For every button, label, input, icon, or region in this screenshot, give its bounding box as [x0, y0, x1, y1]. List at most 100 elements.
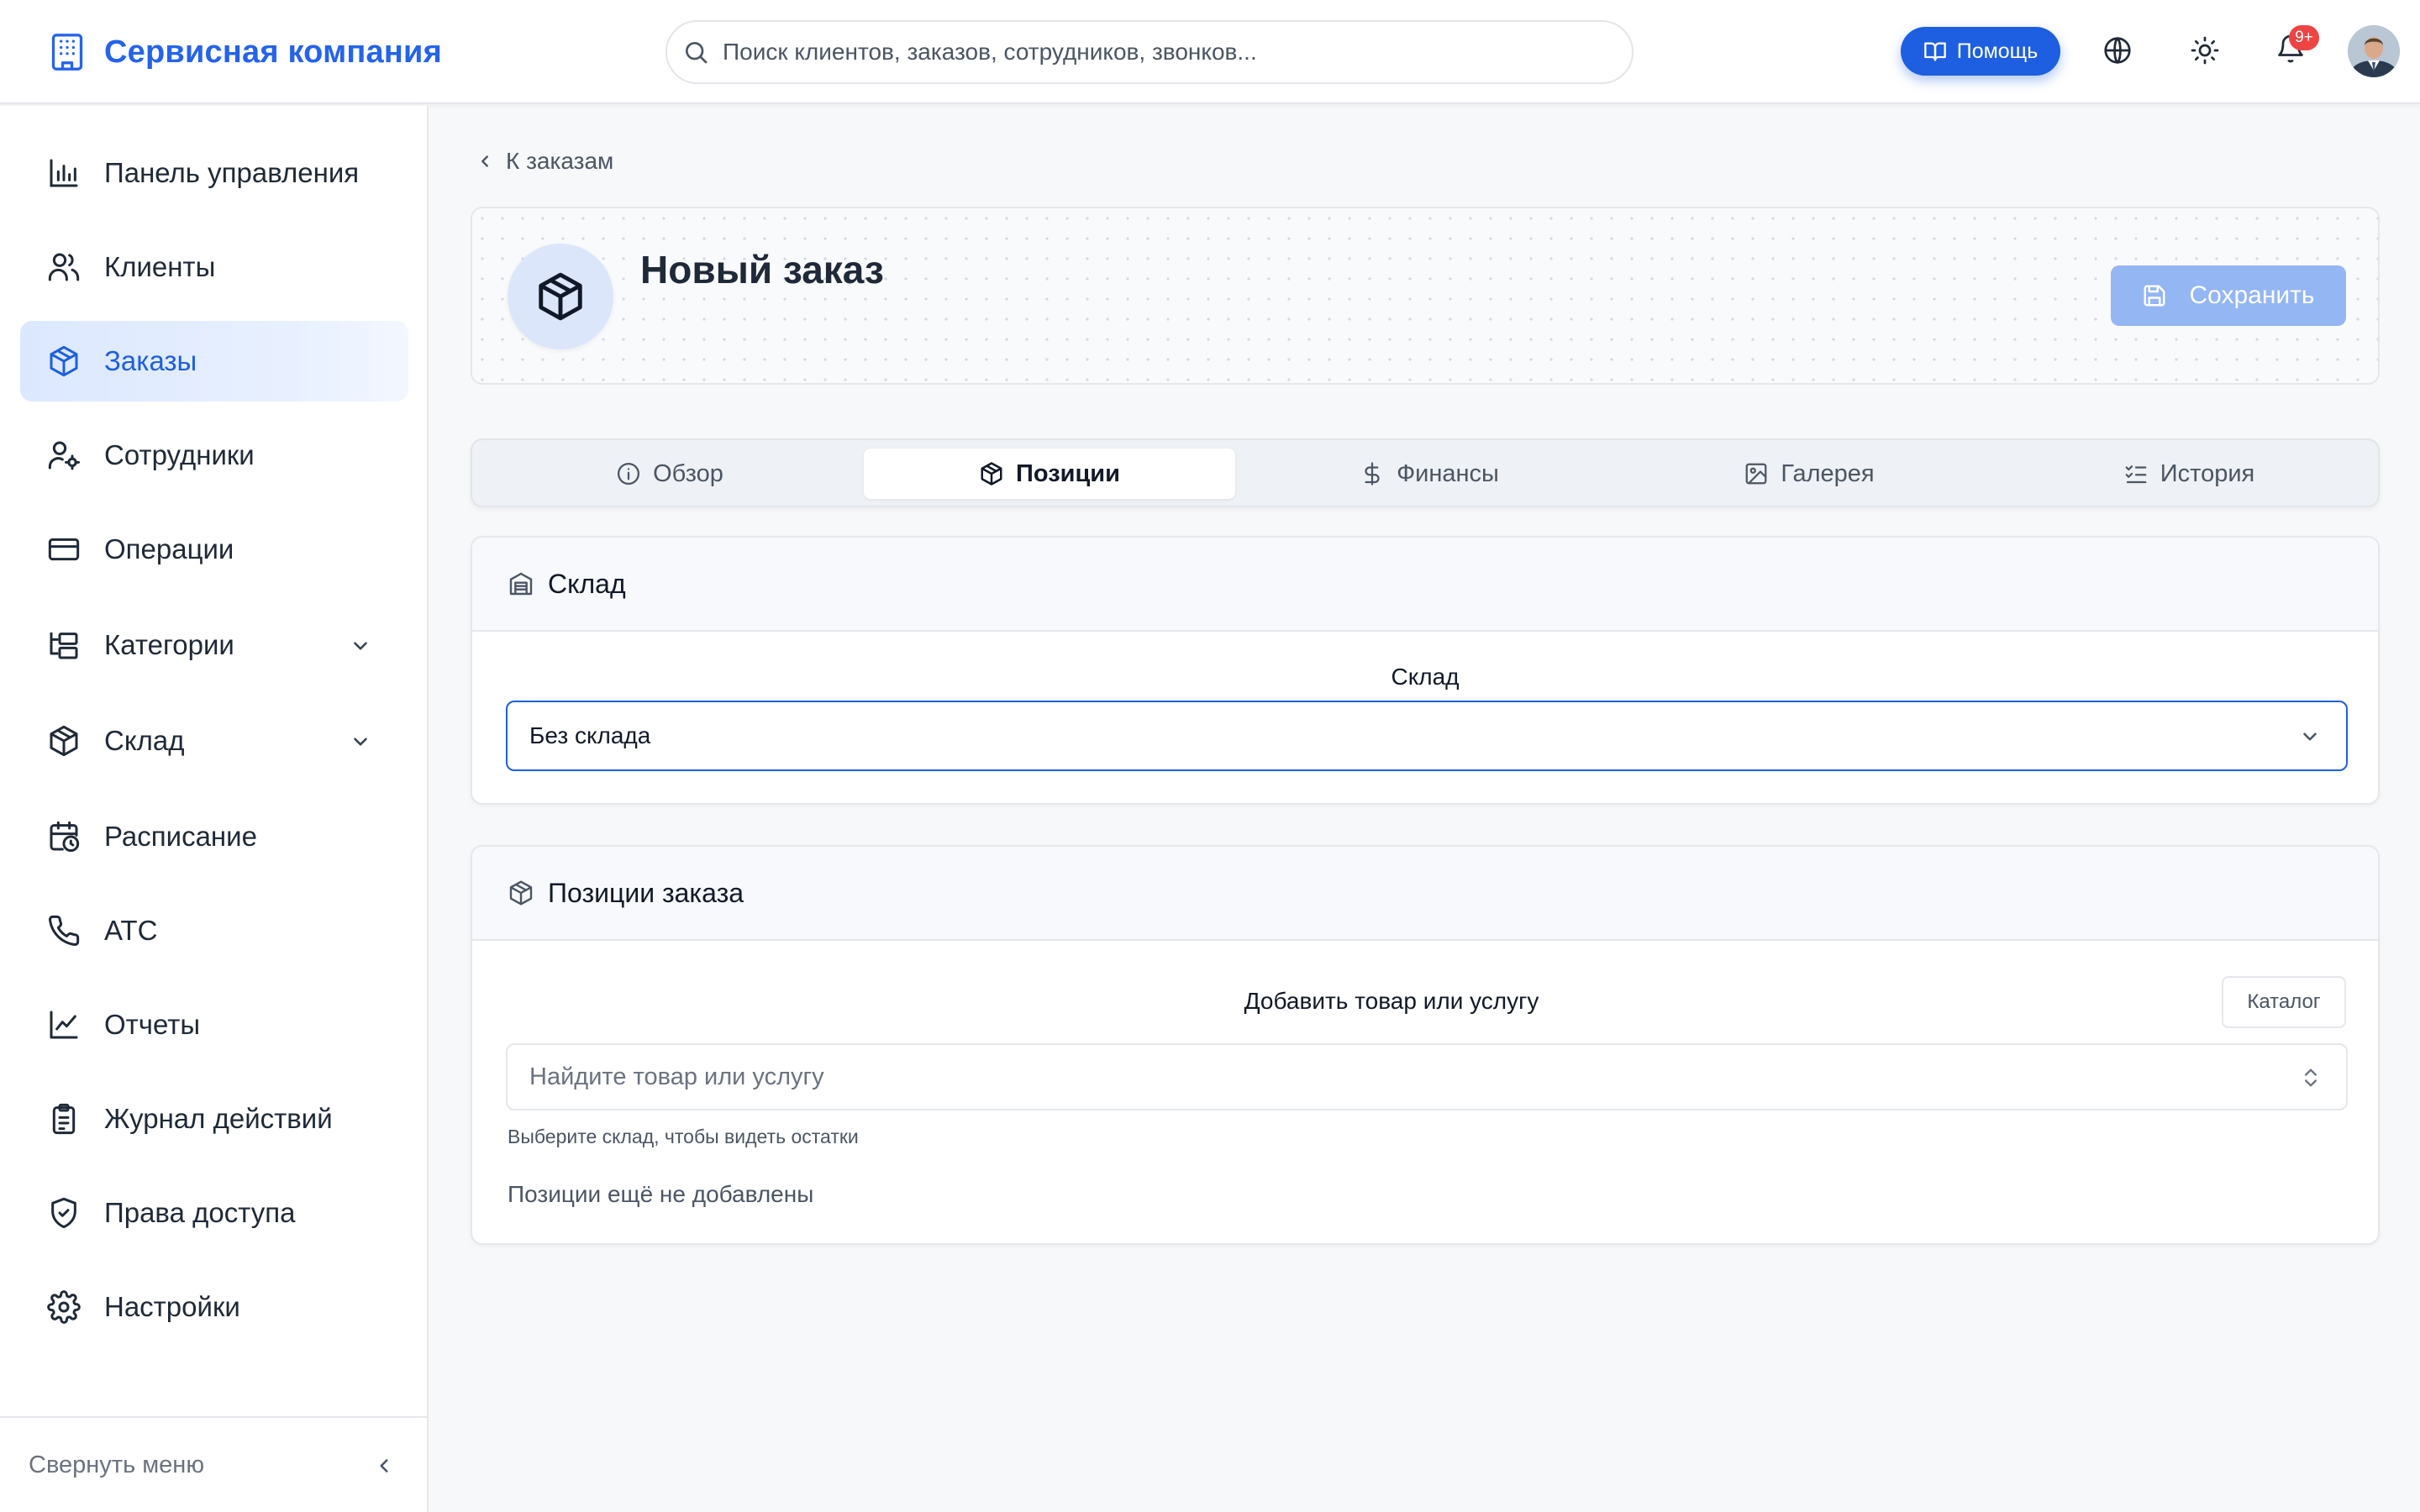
warehouse-card: Склад Склад Без склада — [471, 536, 2380, 805]
list-checks-icon — [2125, 465, 2147, 484]
box-icon — [50, 345, 78, 377]
help-label: Помощь — [1956, 39, 2039, 63]
empty-positions-text: Позиции ещё не добавлены — [508, 1181, 814, 1207]
back-to-orders-link[interactable]: К заказам — [476, 148, 613, 175]
gear-icon — [47, 1290, 81, 1324]
image-icon — [1746, 463, 1767, 485]
top-header: Сервисная компания Помощь 9+ — [0, 0, 2420, 104]
phone-icon — [49, 915, 80, 946]
sidebar-item-label: Операции — [104, 533, 234, 564]
catalog-button[interactable]: Каталог — [2222, 976, 2346, 1028]
sidebar-item-label: Панель управления — [104, 157, 360, 188]
save-label: Сохранить — [2189, 281, 2315, 309]
sidebar-item-activity-log[interactable]: Журнал действий — [20, 1079, 408, 1159]
building-icon — [51, 34, 83, 71]
sidebar-item-label: Склад — [104, 725, 185, 756]
sun-icon[interactable] — [2190, 35, 2220, 66]
sidebar-item-warehouse[interactable]: Склад — [20, 701, 408, 781]
brand-title: Сервисная компания — [104, 34, 442, 70]
sidebar-item-label: Заказы — [104, 345, 197, 376]
brand[interactable]: Сервисная компания — [49, 32, 442, 72]
sidebar-item-orders[interactable]: Заказы — [20, 321, 408, 402]
sidebar-item-label: Категории — [104, 629, 234, 660]
sidebar-item-label: Клиенты — [104, 251, 216, 282]
dollar-icon — [1365, 462, 1380, 486]
users-icon — [48, 253, 80, 281]
sidebar-item-schedule[interactable]: Расписание — [20, 796, 408, 877]
boxes-icon — [981, 462, 1002, 486]
item-search-placeholder: Найдите товар или услугу — [529, 1063, 824, 1090]
book-open-icon — [1923, 42, 1946, 61]
sidebar-item-pbx[interactable]: АТС — [20, 890, 408, 971]
bar-chart-icon — [50, 159, 78, 187]
tab-label: Галерея — [1781, 459, 1875, 487]
item-search-combobox[interactable]: Найдите товар или услугу — [506, 1043, 2348, 1110]
globe-icon[interactable] — [2102, 35, 2133, 66]
user-settings-icon — [48, 441, 80, 470]
chevron-down-icon[interactable] — [350, 731, 371, 753]
sidebar-item-reports[interactable]: Отчеты — [20, 984, 408, 1065]
sidebar-item-access-rights[interactable]: Права доступа — [20, 1173, 408, 1253]
sidebar-item-label: Сотрудники — [104, 439, 255, 470]
sidebar-item-dashboard[interactable]: Панель управления — [20, 133, 408, 213]
page-title: Новый заказ — [640, 248, 884, 291]
back-label: К заказам — [506, 148, 614, 174]
tab-overview[interactable]: Обзор — [484, 449, 855, 499]
chevron-down-icon — [2303, 732, 2317, 741]
tab-history[interactable]: История — [2003, 449, 2375, 499]
tab-label: Позиции — [1016, 459, 1120, 487]
collapse-menu-label: Свернуть меню — [29, 1451, 205, 1478]
sidebar-item-label: Расписание — [104, 821, 257, 852]
collapse-menu-button[interactable]: Свернуть меню — [0, 1416, 429, 1512]
warehouse-select[interactable]: Без склада — [506, 701, 2348, 771]
sidebar-item-label: Права доступа — [104, 1197, 296, 1228]
tab-positions[interactable]: Позиции — [864, 449, 1235, 499]
search-icon — [686, 42, 708, 64]
sidebar-item-categories[interactable]: Категории — [20, 605, 408, 685]
clipboard-list-icon — [52, 1103, 76, 1135]
warehouse-hint: Выберите склад, чтобы видеть остатки — [508, 1126, 859, 1147]
chevron-left-icon — [380, 1459, 388, 1473]
shield-check-icon — [51, 1197, 76, 1229]
search-input[interactable] — [723, 39, 1613, 66]
sidebar: Панель управления Клиенты Заказы Сотрудн… — [0, 106, 429, 1512]
sidebar-item-label: АТС — [104, 915, 158, 946]
info-icon — [618, 463, 640, 485]
notification-badge: 9+ — [2289, 25, 2319, 50]
warehouse-select-value: Без склада — [529, 722, 651, 748]
positions-card-header: Позиции заказа — [472, 847, 2378, 941]
chevron-down-icon[interactable] — [350, 635, 371, 657]
order-tabs: Обзор Позиции Финансы Галерея История — [471, 438, 2380, 507]
box-icon — [539, 272, 582, 321]
tab-label: Финансы — [1397, 459, 1499, 487]
order-positions-card: Позиции заказа Добавить товар или услугу… — [471, 845, 2380, 1245]
sidebar-item-settings[interactable]: Настройки — [20, 1267, 408, 1347]
tab-label: Обзор — [653, 459, 723, 487]
global-search[interactable] — [666, 20, 1634, 84]
sidebar-item-clients[interactable]: Клиенты — [20, 227, 408, 307]
help-button[interactable]: Помощь — [1901, 27, 2060, 76]
positions-card-title: Позиции заказа — [548, 877, 744, 908]
warehouse-card-title: Склад — [548, 568, 626, 599]
tab-label: История — [2160, 459, 2255, 487]
folder-tree-icon — [50, 633, 78, 659]
sidebar-item-label: Настройки — [104, 1291, 240, 1322]
warehouse-icon — [509, 572, 533, 596]
sidebar-item-employees[interactable]: Сотрудники — [20, 415, 408, 496]
tab-gallery[interactable]: Галерея — [1623, 449, 1995, 499]
line-chart-icon — [50, 1011, 78, 1039]
sidebar-item-label: Отчеты — [104, 1009, 201, 1040]
tab-finance[interactable]: Финансы — [1244, 449, 1615, 499]
add-item-label: Добавить товар или услугу — [1244, 988, 1539, 1014]
user-avatar-image — [2348, 25, 2400, 77]
order-header-card: Новый заказ Сохранить — [471, 207, 2380, 385]
calendar-clock-icon — [50, 821, 80, 853]
avatar[interactable] — [2348, 25, 2400, 77]
credit-card-icon — [48, 538, 80, 561]
warehouse-card-header: Склад — [472, 538, 2378, 632]
order-icon-badge — [508, 244, 613, 349]
save-button[interactable]: Сохранить — [2111, 265, 2346, 326]
save-icon — [2144, 285, 2165, 307]
warehouse-field-label: Склад — [1391, 664, 1460, 690]
sidebar-item-operations[interactable]: Операции — [20, 509, 408, 590]
